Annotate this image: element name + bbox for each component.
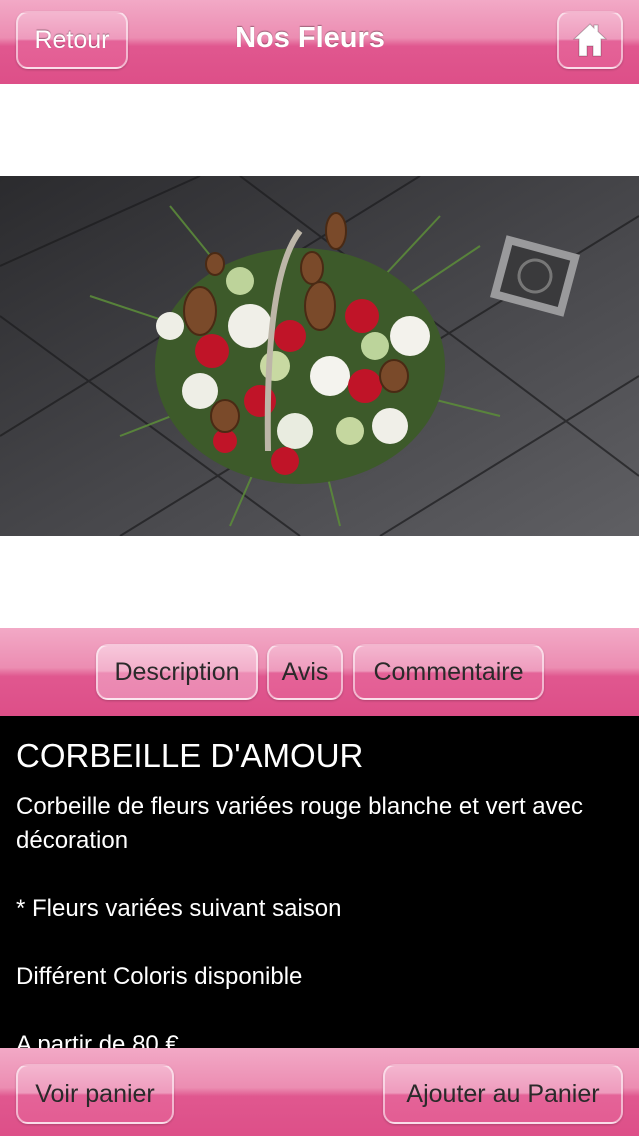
back-button[interactable]: Retour (16, 11, 128, 69)
description-text: * Fleurs variées suivant saison (16, 895, 342, 922)
description-text: Corbeille de fleurs variées rouge blanch… (16, 793, 583, 854)
top-bar: Retour Nos Fleurs (0, 0, 639, 84)
product-photo[interactable] (0, 176, 639, 536)
page-title: Nos Fleurs (235, 22, 385, 54)
price-text: A partir de 80 € (16, 1031, 179, 1048)
add-to-cart-button[interactable]: Ajouter au Panier (383, 1064, 623, 1124)
tab-commentaire[interactable]: Commentaire (353, 644, 544, 700)
product-image-area (0, 84, 639, 628)
tab-bar: Description Avis Commentaire (0, 628, 639, 716)
home-button[interactable] (557, 11, 623, 69)
description-panel[interactable]: CORBEILLE D'AMOUR Corbeille de fleurs va… (0, 716, 639, 1048)
tab-description[interactable]: Description (96, 644, 258, 700)
home-icon (572, 23, 608, 57)
tab-avis[interactable]: Avis (267, 644, 343, 700)
description-text: Différent Coloris disponible (16, 963, 303, 990)
view-cart-button[interactable]: Voir panier (16, 1064, 174, 1124)
product-name: CORBEILLE D'AMOUR (16, 737, 364, 774)
bottom-bar: Voir panier Ajouter au Panier (0, 1048, 639, 1136)
